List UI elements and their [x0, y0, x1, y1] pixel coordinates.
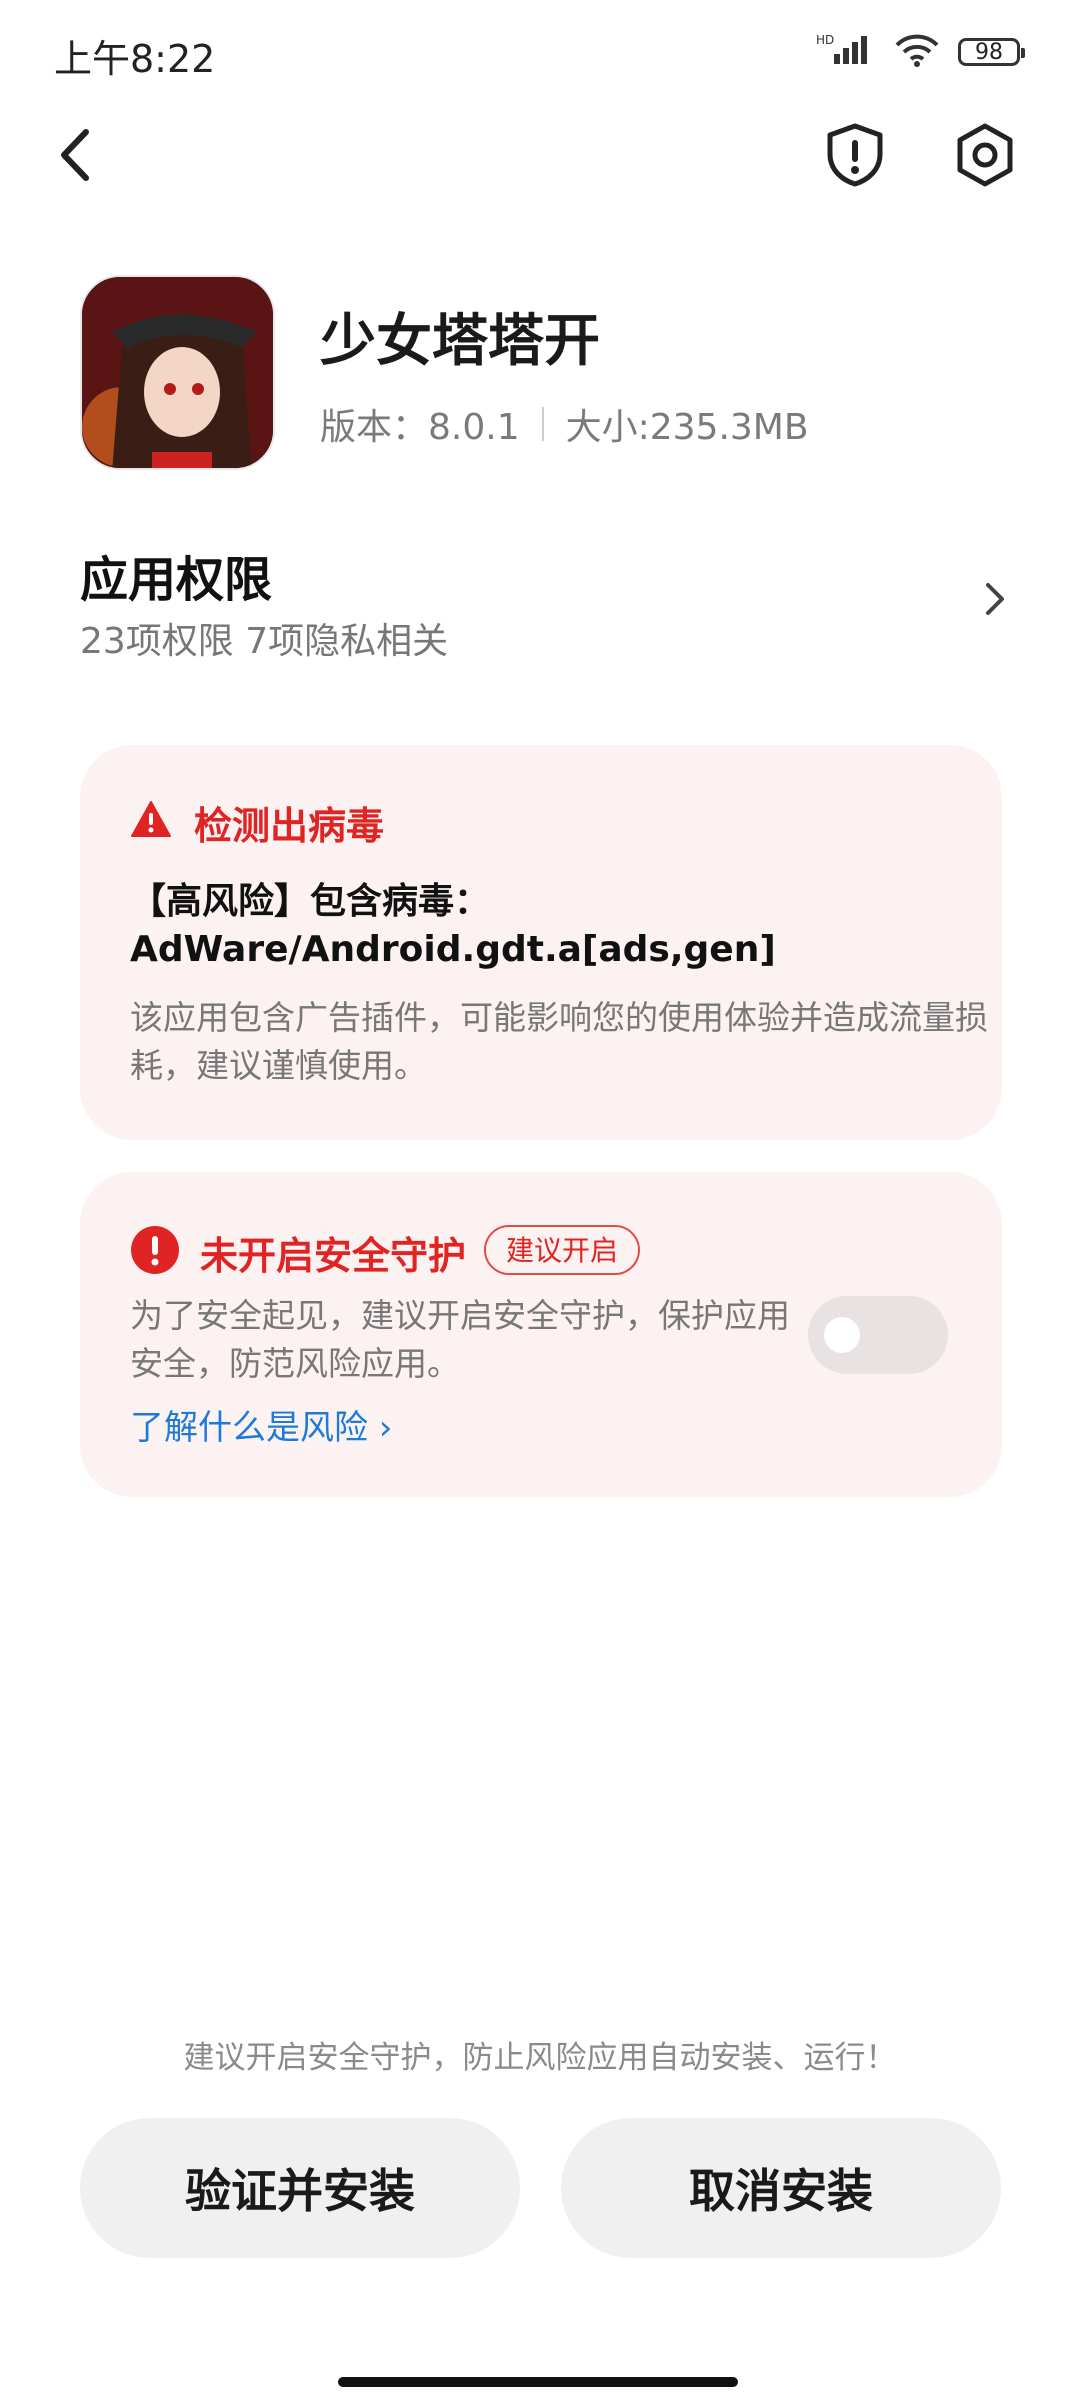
shield-alert-icon — [827, 123, 883, 187]
virus-title: 检测出病毒 — [194, 804, 385, 848]
battery-level: 98 — [975, 39, 1003, 65]
virus-name: 【高风险】包含病毒：AdWare/Android.gdt.a[ads,gen] — [130, 881, 776, 970]
footer-tip: 建议开启安全守护，防止风险应用自动安装、运行！ — [183, 2040, 897, 2076]
app-meta: 版本：8.0.1 大小:235.3MB — [320, 398, 809, 450]
permissions-chevron[interactable] — [980, 577, 1010, 621]
battery-icon: 98 — [958, 38, 1025, 66]
protection-title: 未开启安全守护 — [200, 1234, 467, 1278]
svg-text:HD: HD — [816, 33, 834, 47]
verify-install-button[interactable]: 验证并安装 — [80, 2118, 520, 2258]
meta-divider — [541, 407, 544, 441]
app-size: 大小:235.3MB — [565, 407, 809, 448]
cancel-install-button[interactable]: 取消安装 — [561, 2118, 1001, 2258]
toggle-knob — [824, 1317, 860, 1353]
status-time: 上午8:22 — [54, 37, 216, 81]
signal-icon: HD — [816, 32, 876, 72]
recommend-badge: 建议开启 — [484, 1225, 641, 1275]
settings-button[interactable] — [950, 120, 1020, 190]
wifi-icon — [894, 33, 940, 71]
protection-description: 为了安全起见，建议开启安全守护，保护应用安全，防范风险应用。 — [130, 1296, 790, 1383]
status-icons: HD 98 — [816, 32, 1025, 72]
back-chevron-icon — [61, 129, 89, 181]
permissions-title[interactable]: 应用权限 — [80, 540, 272, 610]
home-indicator[interactable] — [338, 2377, 738, 2387]
learn-risk-link[interactable]: 了解什么是风险 › — [130, 1400, 392, 1449]
gear-icon — [957, 123, 1013, 187]
chevron-right-icon — [986, 583, 1004, 615]
virus-description: 该应用包含广告插件，可能影响您的使用体验并造成流量损耗，建议谨慎使用。 — [130, 998, 988, 1085]
app-icon — [80, 275, 275, 470]
app-name: 少女塔塔开 — [320, 309, 600, 374]
back-button[interactable] — [50, 120, 110, 190]
permissions-subtitle[interactable]: 23项权限 7项隐私相关 — [80, 612, 448, 664]
alert-circle-icon — [130, 1225, 180, 1275]
app-version: 版本：8.0.1 — [320, 407, 520, 448]
security-shield-button[interactable] — [820, 120, 890, 190]
protection-toggle[interactable] — [808, 1296, 948, 1374]
warning-triangle-icon — [130, 800, 172, 838]
